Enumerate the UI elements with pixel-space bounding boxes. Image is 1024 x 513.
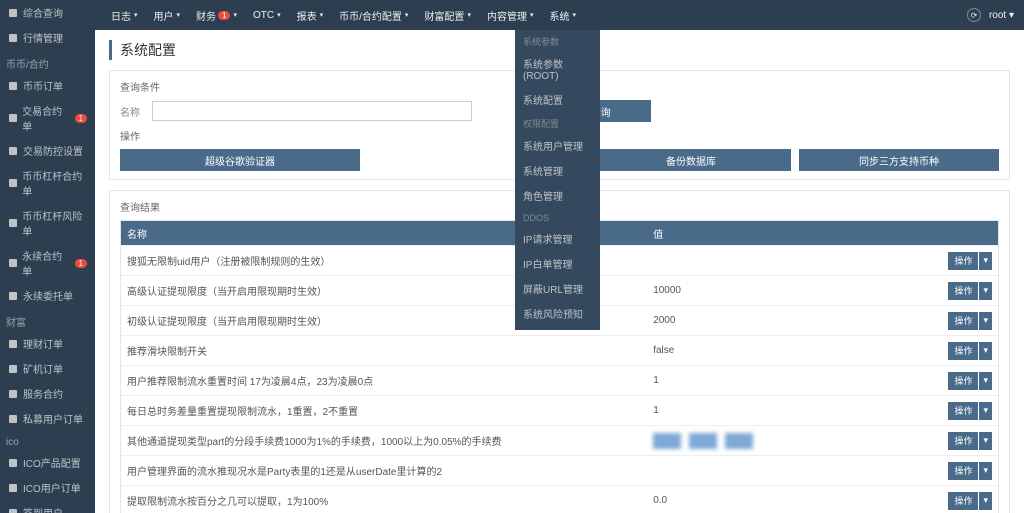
refresh-icon[interactable]: ⟳ [967, 8, 981, 22]
op-button[interactable]: 同步三方支持币种 [799, 149, 999, 171]
sidebar-item[interactable]: 币币杠杆风险单 [0, 203, 95, 243]
action-button[interactable]: 操作 [948, 492, 978, 510]
action-caret[interactable]: ▾ [979, 492, 992, 510]
cell-name: 其他通道提现类型part的分段手续费1000为1%的手续费，1000以上为0.0… [121, 433, 647, 448]
dropdown-group-head: 权限配置 [515, 112, 600, 133]
sidebar-section-head: ico [0, 431, 95, 450]
table-row: 提取限制流水按百分之几可以提取，1为100% 0.0 操作 ▾ [121, 485, 998, 513]
topbar-right: ⟳ root ▾ [967, 8, 1014, 22]
main: 日志▾用户▾财务1▾OTC▾报表▾币币/合约配置▾财富配置▾内容管理▾系统▾ ⟳… [95, 0, 1024, 513]
dropdown-item[interactable]: 系统风险预知 [515, 301, 600, 326]
cell-value: 1 [647, 375, 928, 386]
sidebar-item[interactable]: 行情管理 [0, 25, 95, 50]
dropdown-item[interactable]: IP白单管理 [515, 251, 600, 276]
dropdown-item[interactable]: IP请求管理 [515, 226, 600, 251]
sidebar-item[interactable]: 永续委托单 [0, 283, 95, 308]
op-button-google[interactable]: 超级谷歌验证器 [120, 149, 360, 171]
sidebar-item[interactable]: 理财订单 [0, 331, 95, 356]
cell-name: 推荐滑块限制开关 [121, 343, 647, 358]
sidebar-item[interactable]: 签到用户 [0, 500, 95, 513]
cell-name: 用户管理界面的流水推现况水是Party表里的1还是从userDate里计算的2 [121, 463, 647, 478]
op-button[interactable]: 备份数据库 [591, 149, 791, 171]
sidebar-item[interactable]: 交易防控设置 [0, 138, 95, 163]
user-menu[interactable]: root ▾ [989, 10, 1014, 21]
dropdown-item[interactable]: 角色管理 [515, 183, 600, 208]
action-button[interactable]: 操作 [948, 252, 978, 270]
dropdown-item[interactable]: 屏蔽URL管理 [515, 276, 600, 301]
sidebar-item[interactable]: 私募用户订单 [0, 406, 95, 431]
dropdown-item[interactable]: 系统管理 [515, 158, 600, 183]
cell-value [647, 433, 928, 449]
sidebar-item[interactable]: 币币杠杆合约单 [0, 163, 95, 203]
sidebar-section-head: 财富 [0, 308, 95, 331]
action-button[interactable]: 操作 [948, 402, 978, 420]
name-input[interactable] [152, 101, 472, 121]
action-caret[interactable]: ▾ [979, 252, 992, 270]
action-button[interactable]: 操作 [948, 432, 978, 450]
topnav-item[interactable]: 财富配置▾ [418, 0, 477, 30]
sidebar-item[interactable]: 综合查询 [0, 0, 95, 25]
action-button[interactable]: 操作 [948, 282, 978, 300]
dropdown-item[interactable]: 系统配置 [515, 87, 600, 112]
cell-value: 10000 [647, 285, 928, 296]
sidebar: 综合查询行情管理币币/合约币币订单交易合约单1交易防控设置币币杠杆合约单币币杠杆… [0, 0, 95, 513]
topnav-item[interactable]: OTC▾ [247, 0, 287, 30]
topnav-item[interactable]: 报表▾ [291, 0, 330, 30]
system-dropdown: 系统参数系统参数(ROOT)系统配置权限配置系统用户管理系统管理角色管理DDOS… [515, 30, 600, 330]
topnav-item[interactable]: 日志▾ [105, 0, 144, 30]
action-caret[interactable]: ▾ [979, 402, 992, 420]
cell-value: 0.0 [647, 495, 928, 506]
action-caret[interactable]: ▾ [979, 312, 992, 330]
topnav-item[interactable]: 用户▾ [148, 0, 187, 30]
sidebar-section-head: 币币/合约 [0, 50, 95, 73]
table-row: 其他通道提现类型part的分段手续费1000为1%的手续费，1000以上为0.0… [121, 425, 998, 455]
topbar: 日志▾用户▾财务1▾OTC▾报表▾币币/合约配置▾财富配置▾内容管理▾系统▾ ⟳… [95, 0, 1024, 30]
action-caret[interactable]: ▾ [979, 342, 992, 360]
dropdown-item[interactable]: 系统用户管理 [515, 133, 600, 158]
sidebar-item[interactable]: 币币订单 [0, 73, 95, 98]
action-button[interactable]: 操作 [948, 342, 978, 360]
table-row: 推荐滑块限制开关 false 操作 ▾ [121, 335, 998, 365]
table-row: 用户管理界面的流水推现况水是Party表里的1还是从userDate里计算的2 … [121, 455, 998, 485]
topnav-item[interactable]: 内容管理▾ [481, 0, 540, 30]
sidebar-item[interactable]: 矿机订单 [0, 356, 95, 381]
topnav: 日志▾用户▾财务1▾OTC▾报表▾币币/合约配置▾财富配置▾内容管理▾系统▾ [105, 0, 582, 30]
action-button[interactable]: 操作 [948, 462, 978, 480]
dropdown-group-head: DDOS [515, 208, 600, 226]
action-caret[interactable]: ▾ [979, 462, 992, 480]
cell-value: false [647, 345, 928, 356]
cell-name: 提取限制流水按百分之几可以提取，1为100% [121, 493, 647, 508]
sidebar-item[interactable]: ICO用户订单 [0, 475, 95, 500]
action-caret[interactable]: ▾ [979, 282, 992, 300]
dropdown-group-head: 系统参数 [515, 30, 600, 51]
dropdown-item[interactable]: 系统参数(ROOT) [515, 51, 600, 87]
sidebar-item[interactable]: 交易合约单1 [0, 98, 95, 138]
cell-value: 1 [647, 405, 928, 416]
topnav-item[interactable]: 币币/合约配置▾ [333, 0, 414, 30]
sidebar-item[interactable]: 服务合约 [0, 381, 95, 406]
action-button[interactable]: 操作 [948, 312, 978, 330]
th-value: 值 [647, 226, 928, 241]
table-row: 每日总时务差量重置提现限制流水，1重置，2不重置 1 操作 ▾ [121, 395, 998, 425]
cell-value: 2000 [647, 315, 928, 326]
topnav-item[interactable]: 系统▾ [543, 0, 582, 30]
cell-name: 用户推荐限制流水重置时间 17为凌晨4点，23为凌晨0点 [121, 373, 647, 388]
sidebar-item[interactable]: ICO产品配置 [0, 450, 95, 475]
name-label: 名称 [120, 104, 144, 119]
topnav-item[interactable]: 财务1▾ [190, 0, 243, 30]
table-row: 用户推荐限制流水重置时间 17为凌晨4点，23为凌晨0点 1 操作 ▾ [121, 365, 998, 395]
sidebar-item[interactable]: 永续合约单1 [0, 243, 95, 283]
cell-name: 每日总时务差量重置提现限制流水，1重置，2不重置 [121, 403, 647, 418]
action-button[interactable]: 操作 [948, 372, 978, 390]
action-caret[interactable]: ▾ [979, 432, 992, 450]
action-caret[interactable]: ▾ [979, 372, 992, 390]
